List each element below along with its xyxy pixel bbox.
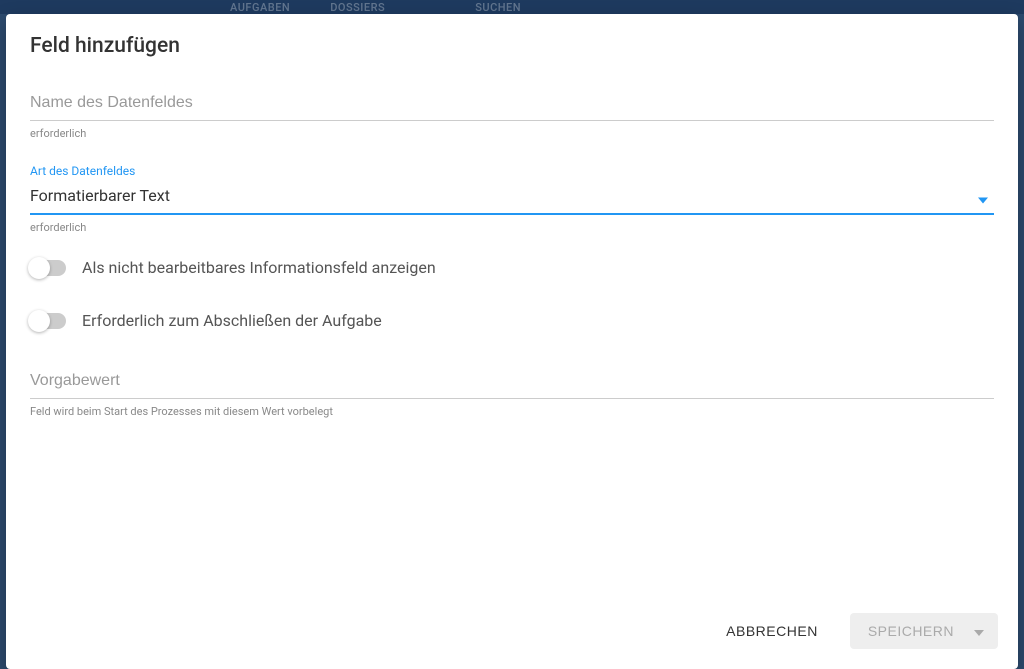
toggle-required-switch[interactable] (30, 313, 66, 329)
field-name-group: erforderlich (30, 86, 994, 140)
chevron-down-icon (974, 623, 984, 639)
field-type-helper: erforderlich (30, 221, 994, 234)
nav-item-dossiers: DOSSIERS (330, 1, 385, 14)
nav-item-search: Suchen (475, 1, 521, 14)
modal-footer: ABBRECHEN SPEICHERN (6, 597, 1018, 669)
toggle-readonly-switch[interactable] (30, 260, 66, 276)
modal-title: Feld hinzufügen (30, 34, 994, 58)
nav-item-tasks: AUFGABEN (230, 1, 290, 14)
field-type-select[interactable]: Formatierbarer Text (30, 182, 994, 215)
modal-header: Feld hinzufügen (6, 14, 1018, 66)
toggle-readonly-label: Als nicht bearbeitbares Informationsfeld… (82, 258, 436, 277)
toggle-required-row: Erforderlich zum Abschließen der Aufgabe (30, 311, 994, 330)
field-name-input[interactable] (30, 86, 994, 121)
chevron-down-icon (978, 188, 988, 207)
default-value-helper: Feld wird beim Start des Prozesses mit d… (30, 405, 994, 418)
toggle-knob (28, 310, 50, 332)
field-type-group: Art des Datenfeldes Formatierbarer Text … (30, 164, 994, 234)
background-navigation: AUFGABEN DOSSIERS Suchen (0, 0, 1024, 14)
toggle-knob (28, 257, 50, 279)
add-field-modal: Feld hinzufügen erforderlich Art des Dat… (6, 14, 1018, 669)
save-button-label: SPEICHERN (868, 623, 954, 639)
toggle-readonly-row: Als nicht bearbeitbares Informationsfeld… (30, 258, 994, 277)
cancel-button[interactable]: ABBRECHEN (708, 613, 836, 649)
default-value-group: Feld wird beim Start des Prozesses mit d… (30, 364, 994, 418)
save-button[interactable]: SPEICHERN (850, 613, 998, 649)
field-type-label: Art des Datenfeldes (30, 164, 994, 178)
field-type-value: Formatierbarer Text (30, 186, 170, 205)
default-value-input[interactable] (30, 364, 994, 399)
modal-body: erforderlich Art des Datenfeldes Formati… (6, 66, 1018, 597)
field-name-helper: erforderlich (30, 127, 994, 140)
toggle-required-label: Erforderlich zum Abschließen der Aufgabe (82, 311, 382, 330)
